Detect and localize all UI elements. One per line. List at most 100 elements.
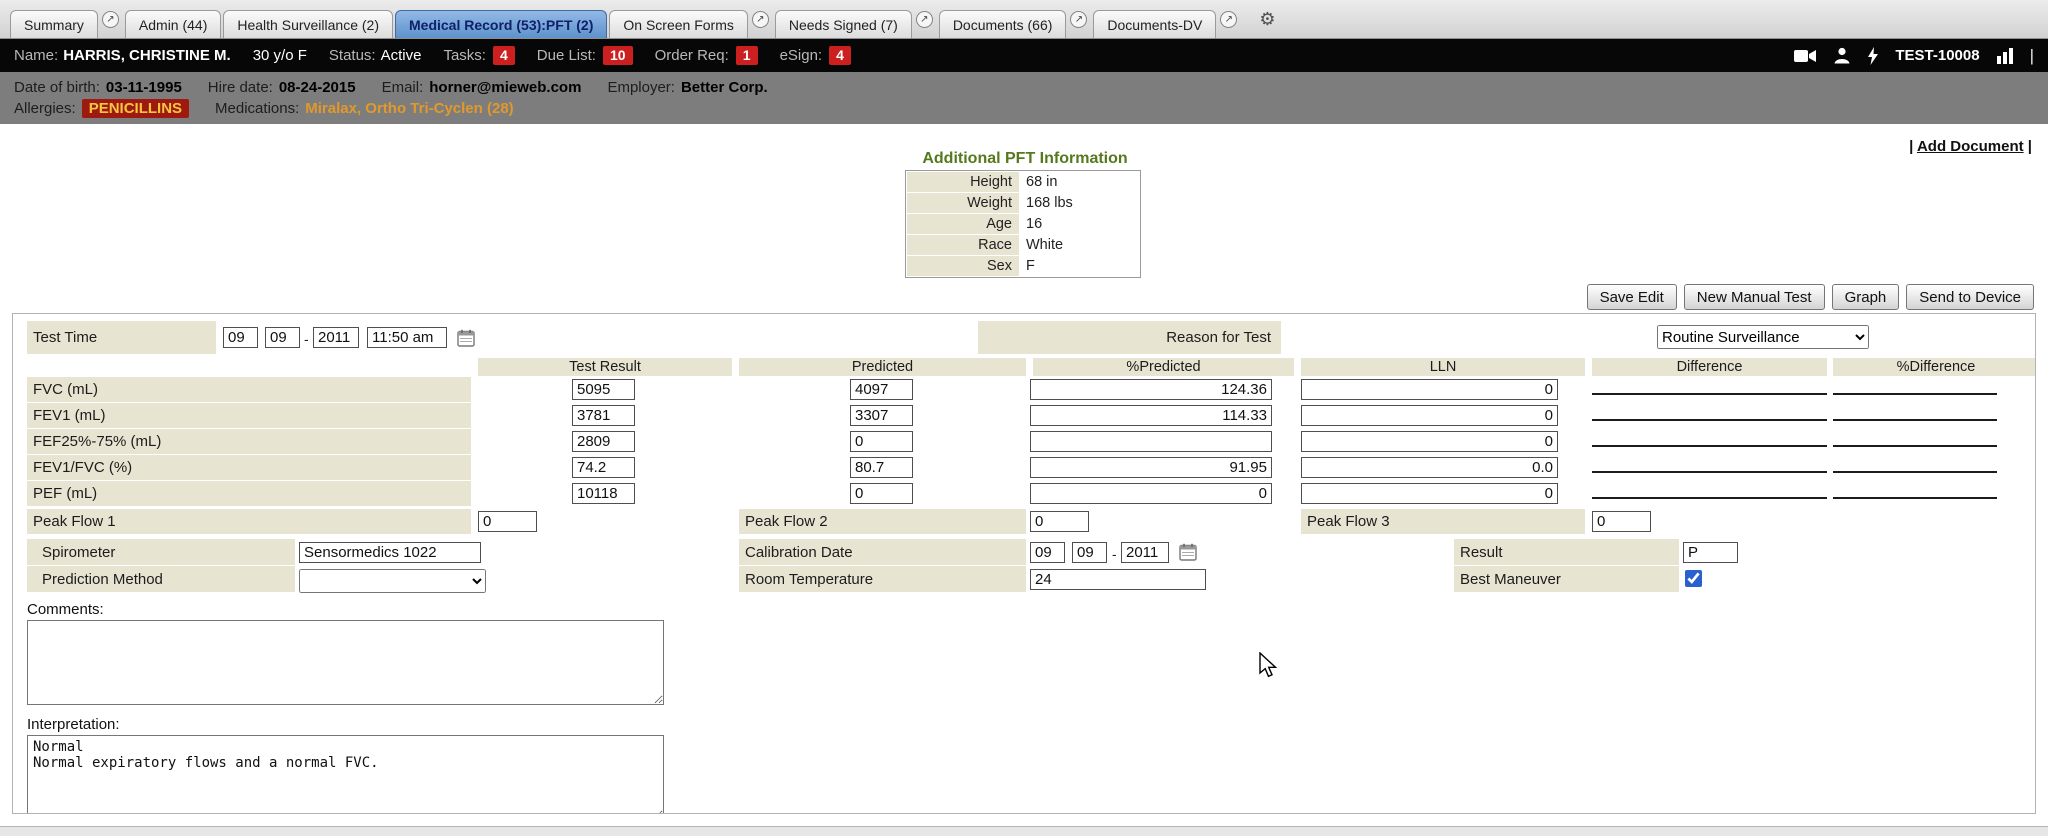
- order-req-count-badge[interactable]: 1: [736, 46, 758, 65]
- person-icon[interactable]: [1833, 47, 1851, 64]
- reason-for-test-select[interactable]: Routine Surveillance: [1657, 325, 1869, 349]
- tab-on-screen-forms[interactable]: On Screen Forms: [609, 10, 747, 38]
- tasks[interactable]: Tasks:4: [443, 46, 514, 65]
- calendar-icon[interactable]: [1179, 543, 1197, 566]
- calibration-day-input[interactable]: [1072, 542, 1107, 563]
- fef25-75-predicted-input[interactable]: [850, 431, 913, 452]
- pef-lln-input[interactable]: [1301, 483, 1558, 504]
- fvc-difference-line: [1592, 393, 1827, 395]
- popout-icon[interactable]: ↗: [916, 11, 933, 28]
- comments-textarea[interactable]: [27, 620, 664, 705]
- dob-value: 03-11-1995: [106, 79, 182, 96]
- spirometer-input[interactable]: [299, 542, 481, 563]
- medications-label: Medications:: [215, 100, 299, 117]
- calendar-icon[interactable]: [457, 329, 475, 352]
- fef25-75-lln-input[interactable]: [1301, 431, 1558, 452]
- test-time-month-input[interactable]: [223, 327, 258, 348]
- fvc-pct-predicted-input[interactable]: [1030, 379, 1272, 400]
- medications-value[interactable]: Miralax, Ortho Tri-Cyclen (28): [305, 100, 513, 117]
- test-time-clock-input[interactable]: [367, 327, 447, 348]
- peak-flow-1-input[interactable]: [478, 511, 537, 532]
- fvc-predicted-input[interactable]: [850, 379, 913, 400]
- column-header-row: Test Result Predicted %Predicted LLN Dif…: [27, 358, 2035, 377]
- tab-medical-record[interactable]: Medical Record (53):PFT (2): [395, 10, 607, 38]
- tab-summary[interactable]: Summary: [10, 10, 98, 38]
- due-list-count-badge[interactable]: 10: [603, 46, 633, 65]
- peak-flow-3-input[interactable]: [1592, 511, 1651, 532]
- horizontal-scrollbar[interactable]: [0, 826, 2048, 836]
- col-lln: LLN: [1301, 358, 1585, 376]
- patient-bar: Name:HARRIS, CHRISTINE M. 30 y/o F Statu…: [0, 39, 2048, 72]
- fev1-predicted-input[interactable]: [850, 405, 913, 426]
- fev1-pct-predicted-input[interactable]: [1030, 405, 1272, 426]
- fev1-fvc-predicted-input[interactable]: [850, 457, 913, 478]
- bar-chart-icon[interactable]: [1996, 47, 2014, 64]
- fef25-75-label: FEF25%-75% (mL): [27, 429, 471, 454]
- fvc-test-result-input[interactable]: [572, 379, 635, 400]
- esign[interactable]: eSign:4: [780, 46, 851, 65]
- tab-documents-dv[interactable]: Documents-DV: [1093, 10, 1216, 38]
- peak-flow-2-label: Peak Flow 2: [739, 509, 1026, 534]
- fef25-75-test-result-input[interactable]: [572, 431, 635, 452]
- save-edit-button[interactable]: Save Edit: [1587, 284, 1677, 310]
- calibration-date-label: Calibration Date: [739, 539, 1026, 565]
- tab-documents[interactable]: Documents (66): [939, 10, 1067, 38]
- popout-icon[interactable]: ↗: [1070, 11, 1087, 28]
- fev1-fvc-pct-predicted-input[interactable]: [1030, 457, 1272, 478]
- fev1-lln-input[interactable]: [1301, 405, 1558, 426]
- peak-flow-2-input[interactable]: [1030, 511, 1089, 532]
- popout-icon[interactable]: ↗: [102, 11, 119, 28]
- tab-bar: Summary ↗ Admin (44) Health Surveillance…: [0, 0, 2048, 39]
- graph-button[interactable]: Graph: [1832, 284, 1900, 310]
- col-pct-predicted: %Predicted: [1033, 358, 1294, 376]
- popout-icon[interactable]: ↗: [1220, 11, 1237, 28]
- fev1-fvc-pct-difference-line: [1833, 471, 1997, 473]
- peak-flow-1-label: Peak Flow 1: [27, 509, 471, 534]
- interpretation-textarea[interactable]: Normal Normal expiratory flows and a nor…: [27, 735, 664, 814]
- tab-admin[interactable]: Admin (44): [125, 10, 221, 38]
- hire-date-value: 08-24-2015: [279, 79, 356, 96]
- popout-icon[interactable]: ↗: [752, 11, 769, 28]
- patient-bar-tools: TEST-10008 |: [1794, 46, 2034, 66]
- fev1-fvc-test-result-input[interactable]: [572, 457, 635, 478]
- room-temperature-input[interactable]: [1030, 569, 1206, 590]
- new-manual-test-button[interactable]: New Manual Test: [1684, 284, 1825, 310]
- tab-health-surveillance-label: Health Surveillance (2): [237, 17, 379, 33]
- calibration-month-input[interactable]: [1030, 542, 1065, 563]
- order-req[interactable]: Order Req:1: [655, 46, 758, 65]
- gears-icon[interactable]: ⚙: [1259, 9, 1275, 30]
- test-time-row: Test Time - Reason for Test Routine Surv…: [27, 321, 2035, 355]
- table-row: RaceWhite: [907, 235, 1139, 255]
- system-id: TEST-10008: [1895, 47, 1979, 64]
- fef25-75-row: FEF25%-75% (mL): [27, 429, 2035, 455]
- test-time-year-input[interactable]: [313, 327, 359, 348]
- fev1-fvc-difference-line: [1592, 471, 1827, 473]
- test-time-day-input[interactable]: [265, 327, 300, 348]
- fev1-fvc-lln-input[interactable]: [1301, 457, 1558, 478]
- reason-for-test-label: Reason for Test: [978, 321, 1281, 354]
- lightning-icon[interactable]: [1867, 47, 1879, 65]
- pef-pct-predicted-input[interactable]: [1030, 483, 1272, 504]
- add-document-link[interactable]: Add Document: [1917, 138, 2024, 155]
- pef-label: PEF (mL): [27, 481, 471, 506]
- esign-count-badge[interactable]: 4: [829, 46, 851, 65]
- allergy-badge[interactable]: PENICILLINS: [82, 99, 189, 118]
- fvc-lln-input[interactable]: [1301, 379, 1558, 400]
- fev1-test-result-input[interactable]: [572, 405, 635, 426]
- pef-pct-difference-line: [1833, 497, 1997, 499]
- pef-test-result-input[interactable]: [572, 483, 635, 504]
- tasks-count-badge[interactable]: 4: [493, 46, 515, 65]
- calibration-year-input[interactable]: [1121, 542, 1169, 563]
- video-camera-icon[interactable]: [1794, 48, 1817, 64]
- tab-needs-signed[interactable]: Needs Signed (7): [775, 10, 912, 38]
- pef-predicted-input[interactable]: [850, 483, 913, 504]
- send-to-device-button[interactable]: Send to Device: [1906, 284, 2034, 310]
- fef25-75-pct-predicted-input[interactable]: [1030, 431, 1272, 452]
- due-list-label: Due List:: [537, 47, 596, 64]
- best-maneuver-checkbox[interactable]: [1685, 570, 1702, 587]
- prediction-method-select[interactable]: [299, 569, 486, 593]
- tab-health-surveillance[interactable]: Health Surveillance (2): [223, 10, 393, 38]
- result-input[interactable]: [1683, 542, 1738, 563]
- due-list[interactable]: Due List: 10: [537, 46, 633, 65]
- result-label: Result: [1454, 539, 1679, 565]
